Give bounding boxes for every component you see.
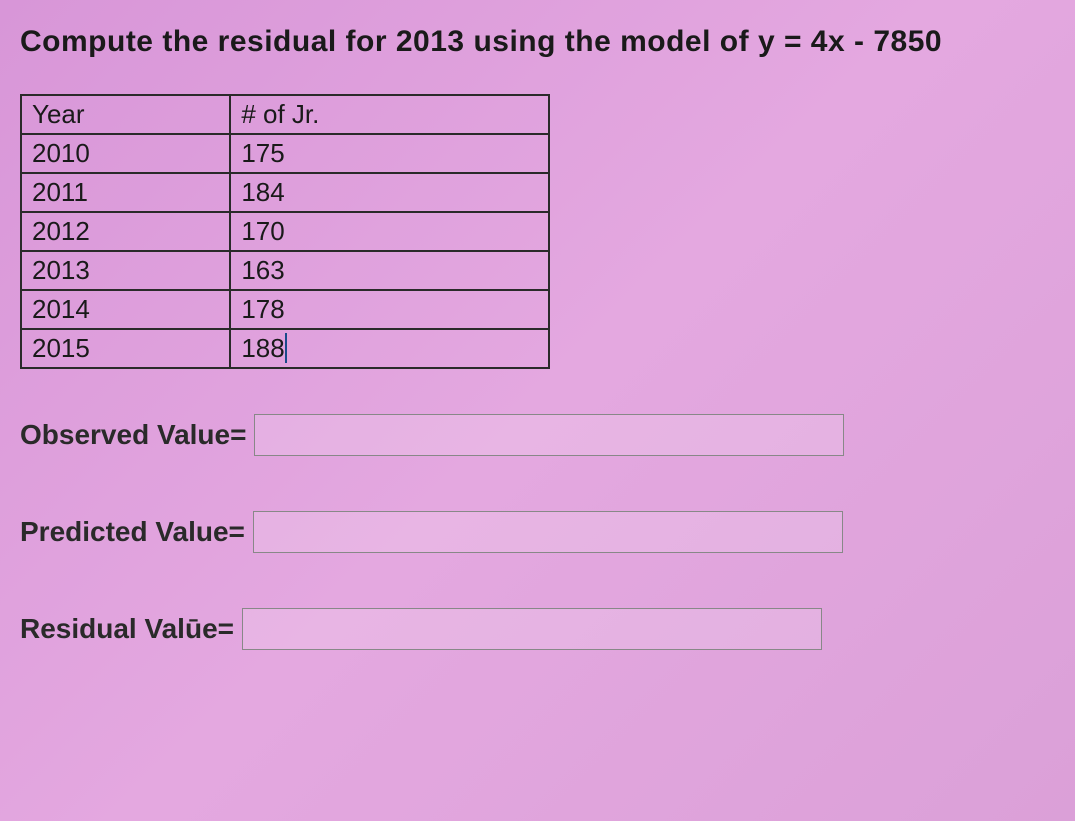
table-row: 2013 163	[21, 251, 549, 290]
predicted-value-row: Predicted Value=	[20, 511, 1055, 553]
cell-year: 2010	[21, 134, 230, 173]
observed-value-row: Observed Value=	[20, 414, 1055, 456]
cell-num: 188	[230, 329, 549, 368]
cell-num: 178	[230, 290, 549, 329]
cell-num: 184	[230, 173, 549, 212]
residual-value-input[interactable]	[242, 608, 822, 650]
question-title: Compute the residual for 2013 using the …	[20, 25, 1055, 59]
table-row: 2010 175	[21, 134, 549, 173]
residual-value-row: Residual Valūe=	[20, 608, 1055, 650]
data-table: Year # of Jr. 2010 175 2011 184 2012 170…	[20, 94, 550, 369]
cell-num: 163	[230, 251, 549, 290]
table-row: 2011 184	[21, 173, 549, 212]
cell-year: 2013	[21, 251, 230, 290]
observed-value-label: Observed Value=	[20, 419, 246, 451]
table-row: 2015 188	[21, 329, 549, 368]
predicted-value-input[interactable]	[253, 511, 843, 553]
cell-year: 2012	[21, 212, 230, 251]
observed-value-input[interactable]	[254, 414, 844, 456]
cell-num: 175	[230, 134, 549, 173]
cell-num: 170	[230, 212, 549, 251]
cell-year: 2014	[21, 290, 230, 329]
predicted-value-label: Predicted Value=	[20, 516, 245, 548]
cell-year: 2015	[21, 329, 230, 368]
cell-year: 2011	[21, 173, 230, 212]
table-row: 2014 178	[21, 290, 549, 329]
residual-value-label: Residual Valūe=	[20, 613, 234, 645]
header-num: # of Jr.	[230, 95, 549, 134]
table-header-row: Year # of Jr.	[21, 95, 549, 134]
header-year: Year	[21, 95, 230, 134]
table-row: 2012 170	[21, 212, 549, 251]
